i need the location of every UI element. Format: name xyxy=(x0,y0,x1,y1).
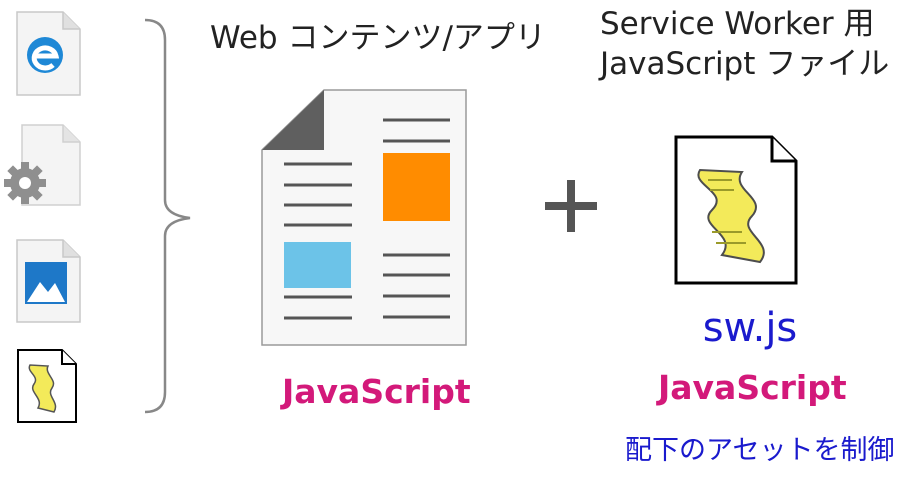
web-js-label: JavaScript xyxy=(282,372,471,411)
sw-filename: sw.js xyxy=(702,305,798,351)
sw-caption: 配下のアセットを制御 xyxy=(625,435,895,466)
service-worker-script-icon xyxy=(674,135,798,285)
service-worker-title-line2: JavaScript ファイル xyxy=(600,46,890,82)
gear-file-icon xyxy=(4,124,81,206)
orange-content-block xyxy=(383,153,450,221)
image-file-icon xyxy=(16,239,81,323)
web-document-icon xyxy=(261,89,467,346)
plus-icon xyxy=(545,180,597,232)
blue-content-block xyxy=(284,242,351,288)
web-contents-title: Web コンテンツ/アプリ xyxy=(210,20,546,56)
sw-js-label: JavaScript xyxy=(658,368,847,407)
gear-icon xyxy=(4,162,46,204)
edge-file-icon xyxy=(16,11,81,96)
script-file-icon-small xyxy=(17,349,77,423)
grouping-brace xyxy=(144,18,191,414)
service-worker-title: Service Worker 用 JavaScript ファイル xyxy=(600,4,895,84)
service-worker-title-line1: Service Worker 用 xyxy=(600,6,875,42)
